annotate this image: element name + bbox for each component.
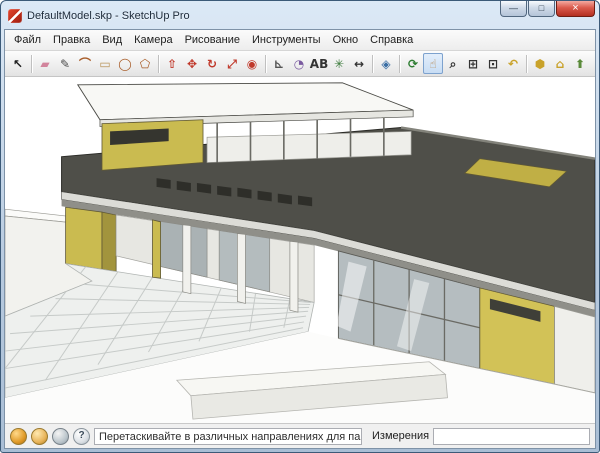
eraser-icon: ▰ [40, 58, 49, 70]
menu-file[interactable]: Файл [8, 32, 47, 48]
sketchup-app-icon [8, 9, 22, 23]
client-area: Файл Правка Вид Камера Рисование Инструм… [4, 29, 596, 449]
pan-tool[interactable]: ☝ [423, 53, 443, 74]
move-tool[interactable]: ✥ [182, 53, 202, 74]
text-icon: AB [310, 58, 328, 70]
medal-icon-3[interactable] [52, 428, 69, 445]
tape-measure-icon: ⊾ [274, 58, 284, 70]
scale-icon: ⤢ [227, 58, 237, 70]
left-wall-front [66, 207, 102, 269]
select-tool[interactable]: ↖ [8, 53, 28, 74]
toolbar-separator [158, 55, 159, 73]
rotate-icon: ↻ [207, 58, 217, 70]
text-tool[interactable]: AB [309, 53, 329, 74]
viewport-3d[interactable] [5, 77, 595, 424]
terrace-column [183, 225, 191, 294]
eraser-tool[interactable]: ▰ [35, 53, 55, 74]
terrace-post [153, 220, 161, 278]
tape-measure-tool[interactable]: ⊾ [269, 53, 289, 74]
terrace-glass-door [157, 221, 208, 277]
toolbar-separator [31, 55, 32, 73]
titlebar[interactable]: DefaultModel.skp - SketchUp Pro — □ × [4, 4, 596, 29]
dimension-icon: ↔ [354, 58, 364, 70]
model-canvas [5, 77, 595, 423]
rectangle-icon: ▭ [99, 58, 110, 70]
zoom-window-icon: ⊞ [468, 58, 478, 70]
menu-draw[interactable]: Рисование [179, 32, 246, 48]
toolbar-separator [265, 55, 266, 73]
pencil-icon: ✎ [60, 58, 70, 70]
terrace-column [290, 241, 298, 312]
offset-icon: ◉ [247, 58, 257, 70]
component-tool[interactable]: ⬢ [530, 53, 550, 74]
offset-tool[interactable]: ◉ [242, 53, 262, 74]
window-title: DefaultModel.skp - SketchUp Pro [27, 10, 190, 22]
polygon-tool[interactable]: ⬠ [135, 53, 155, 74]
zoom-extents-tool[interactable]: ⊡ [483, 53, 503, 74]
arc-icon: ⌒ [79, 58, 91, 70]
toolbar: ↖ ▰ ✎ ⌒ ▭ ◯ ⬠ ⇧ ✥ ↻ ⤢ ◉ ⊾ ◔ AB ✳ ↔ ◈ ⟳ ☝… [5, 51, 595, 77]
zoom-extents-icon: ⊡ [488, 58, 498, 70]
measurements-label: Измерения [372, 430, 429, 442]
toolbar-separator [399, 55, 400, 73]
rotate-tool[interactable]: ↻ [202, 53, 222, 74]
share-model-tool[interactable]: ⬆ [570, 53, 590, 74]
warehouse-tool[interactable]: ⌂ [550, 53, 570, 74]
circle-tool[interactable]: ◯ [115, 53, 135, 74]
app-window: DefaultModel.skp - SketchUp Pro — □ × Фа… [0, 0, 600, 453]
arc-tool[interactable]: ⌒ [75, 53, 95, 74]
zoom-window-tool[interactable]: ⊞ [463, 53, 483, 74]
toolbar-separator [372, 55, 373, 73]
pushpull-icon: ⇧ [167, 58, 177, 70]
right-white-wall [555, 306, 595, 393]
menu-tools[interactable]: Инструменты [246, 32, 327, 48]
share-model-icon: ⬆ [575, 58, 585, 70]
paint-bucket-icon: ◈ [381, 58, 390, 70]
warehouse-icon: ⌂ [556, 58, 565, 70]
pushpull-tool[interactable]: ⇧ [162, 53, 182, 74]
help-icon[interactable]: ? [73, 428, 90, 445]
menu-view[interactable]: Вид [96, 32, 128, 48]
polygon-icon: ⬠ [140, 58, 150, 70]
move-icon: ✥ [187, 58, 197, 70]
previous-view-tool[interactable]: ↶ [503, 53, 523, 74]
menu-window[interactable]: Окно [327, 32, 365, 48]
protractor-icon: ◔ [294, 58, 304, 70]
statusbar: ? Перетаскивайте в различных направления… [5, 424, 595, 448]
axes-icon: ✳ [334, 58, 344, 70]
select-icon: ↖ [13, 58, 23, 70]
component-icon: ⬢ [535, 58, 545, 70]
medal-icon-1[interactable] [10, 428, 27, 445]
paint-bucket-tool[interactable]: ◈ [376, 53, 396, 74]
measurements-input[interactable] [433, 428, 590, 445]
left-wall-side [102, 212, 116, 271]
terrace-column [237, 233, 245, 303]
dimension-tool[interactable]: ↔ [349, 53, 369, 74]
menu-edit[interactable]: Правка [47, 32, 96, 48]
rectangle-tool[interactable]: ▭ [95, 53, 115, 74]
orbit-icon: ⟳ [408, 58, 418, 70]
menu-help[interactable]: Справка [364, 32, 419, 48]
toolbar-separator [526, 55, 527, 73]
status-hint: Перетаскивайте в различных направлениях … [94, 428, 362, 445]
previous-view-icon: ↶ [508, 58, 518, 70]
close-button[interactable]: × [556, 1, 595, 17]
maximize-button[interactable]: □ [528, 1, 555, 17]
menu-camera[interactable]: Камера [128, 32, 178, 48]
circle-icon: ◯ [118, 58, 131, 70]
line-tool[interactable]: ✎ [55, 53, 75, 74]
scale-tool[interactable]: ⤢ [222, 53, 242, 74]
medal-icon-2[interactable] [31, 428, 48, 445]
axes-tool[interactable]: ✳ [329, 53, 349, 74]
protractor-tool[interactable]: ◔ [289, 53, 309, 74]
orbit-tool[interactable]: ⟳ [403, 53, 423, 74]
penthouse-wall [102, 120, 203, 171]
zoom-icon: ⌕ [450, 58, 457, 70]
minimize-button[interactable]: — [500, 1, 527, 17]
window-controls: — □ × [499, 1, 595, 17]
zoom-tool[interactable]: ⌕ [443, 53, 463, 74]
pan-hand-icon: ☝ [429, 58, 436, 70]
menubar: Файл Правка Вид Камера Рисование Инструм… [5, 30, 595, 51]
